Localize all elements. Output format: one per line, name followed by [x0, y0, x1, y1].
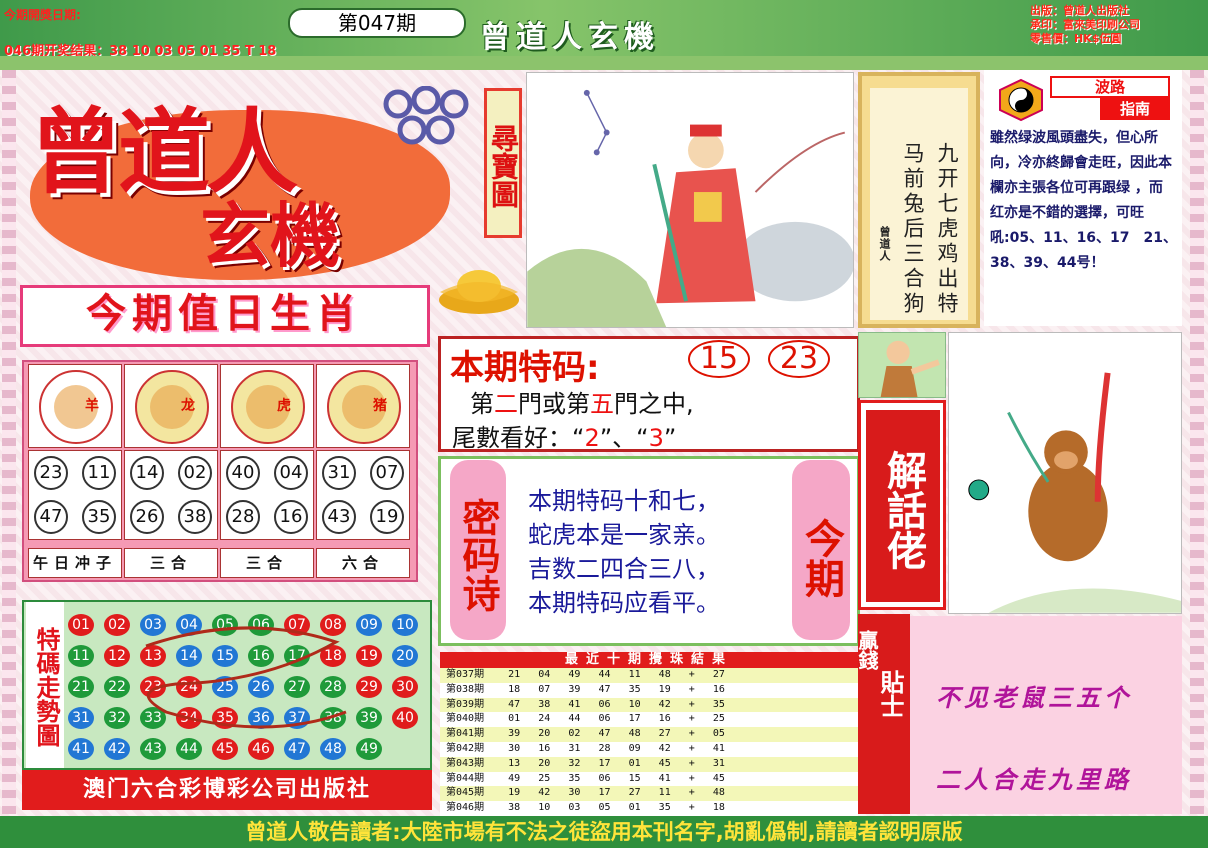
zodiac-number: 23 — [34, 456, 68, 490]
monkey-illustration — [948, 332, 1182, 614]
results-row: 第045期 19 42 30 17 27 11 + 48 — [440, 786, 858, 802]
doors-text: 第 — [470, 390, 494, 418]
zodiac-number: 43 — [322, 500, 356, 534]
zodiac-name: 虎 — [277, 398, 291, 414]
issue-number: 第047期 — [288, 8, 466, 38]
trend-label: 特碼走勢圖 — [26, 602, 64, 768]
tail-text: 尾數看好：“ — [452, 424, 585, 452]
price-line: 零售價：HK$伍圓 — [1030, 32, 1122, 45]
results-title: 最近十期攪珠結果 — [440, 652, 858, 668]
right-border-strip — [1190, 70, 1204, 814]
tips-label: 貼士 — [876, 670, 904, 718]
zodiac-name: 羊 — [85, 398, 99, 414]
special-number-2: 23 — [768, 340, 830, 378]
poem-line: 蛇虎本是一家亲。 — [528, 521, 720, 549]
zodiac-number: 19 — [370, 500, 404, 534]
wave-subtitle: 指南 — [1100, 98, 1170, 120]
special-tail-line: 尾數看好：“2”、“3” — [452, 418, 676, 453]
poem-line: 本期特码应看平。 — [528, 589, 720, 617]
treasure-map-label: 尋寶圖 — [484, 88, 522, 238]
results-row: 第038期 18 07 39 47 35 19 + 16 — [440, 682, 858, 698]
brand-title: 曾道人玄機 — [480, 20, 660, 55]
goat-icon: 羊 — [28, 364, 122, 448]
results-row: 第044期 49 25 35 06 15 41 + 45 — [440, 771, 858, 787]
zodiac-relation-label: 六合 — [316, 548, 410, 578]
left-border-strip — [2, 70, 16, 814]
zodiac-number: 02 — [178, 456, 212, 490]
special-code-title: 本期特码: — [450, 348, 600, 388]
zodiac-number: 14 — [130, 456, 164, 490]
doors-text: 門之中, — [614, 390, 694, 418]
trend-curve — [145, 626, 347, 729]
tail-text: ”、“ — [599, 424, 649, 452]
results-row: 第040期 01 24 44 06 17 16 + 25 — [440, 712, 858, 728]
win-money-label: 贏錢 — [855, 630, 879, 670]
pointing-man-icon — [858, 332, 946, 398]
publisher-line: 出版：曾道人出版社 — [1030, 4, 1129, 17]
sage-illustration — [526, 72, 854, 328]
results-row: 第046期 38 10 03 05 01 35 + 18 — [440, 801, 858, 816]
special-number-1: 15 — [688, 340, 750, 378]
door-b: 五 — [590, 390, 614, 418]
special-doors-line: 第二門或第五門之中, — [470, 384, 694, 419]
zodiac-number: 26 — [130, 500, 164, 534]
zodiac-name: 龙 — [181, 398, 195, 414]
secret-poem-label: 密码诗 — [450, 460, 506, 640]
printer-line: 承印：富來美印刷公司 — [1030, 18, 1140, 31]
open-date-label: 今期開獎日期: — [4, 8, 81, 22]
tail-a: 2 — [584, 424, 600, 452]
page: 今期開獎日期: 046期开奖结果：38 10 03 05 01 35 T 18 … — [0, 0, 1208, 848]
wave-title: 波路 — [1050, 76, 1170, 98]
zodiac-number: 04 — [274, 456, 308, 490]
rings-icon — [383, 86, 469, 145]
tiger-icon: 虎 — [220, 364, 314, 448]
zodiac-number: 16 — [274, 500, 308, 534]
results-row: 第042期 30 16 31 28 09 42 + 41 — [440, 742, 858, 757]
results-row: 第039期 47 38 41 06 10 42 + 35 — [440, 697, 858, 713]
zodiac-number: 07 — [370, 456, 404, 490]
zodiac-name: 猪 — [373, 398, 387, 414]
reader-warning: 曾道人敬告讀者:大陸市場有不法之徒盜用本刊名字,胡亂僞制,請讀者認明原版 — [0, 816, 1208, 848]
scroll-signature: 曾道人 — [878, 226, 891, 262]
tail-text: ” — [663, 424, 677, 452]
jie-hua-lao-label: 解話佬 — [866, 410, 940, 602]
tail-b: 3 — [648, 424, 664, 452]
zodiac-number: 38 — [178, 500, 212, 534]
publisher-bar: 澳门六合彩博彩公司出版社 — [22, 770, 432, 810]
door-a: 二 — [494, 390, 518, 418]
results-row: 第037期 21 04 49 44 11 48 + 27 — [440, 668, 858, 683]
zodiac-number: 28 — [226, 500, 260, 534]
yinyang-icon — [999, 78, 1043, 122]
dragon-icon: 龙 — [124, 364, 218, 448]
zodiac-number: 47 — [34, 500, 68, 534]
zodiac-number: 35 — [82, 500, 116, 534]
scroll-poem-col1: 九开七虎鸡出特 — [935, 142, 959, 317]
zodiac-number: 40 — [226, 456, 260, 490]
zodiac-number: 31 — [322, 456, 356, 490]
zodiac-heading: 今期值日生肖 — [86, 291, 362, 337]
frame-top — [0, 56, 1208, 70]
zodiac-number: 11 — [82, 456, 116, 490]
scroll-poem-col2: 马前兔后三合狗 — [901, 142, 925, 317]
secret-poem-text: 本期特码十和七， 蛇虎本是一家亲。 吉数二四合三八， 本期特码应看平。 — [528, 484, 788, 620]
doors-text: 門或第 — [518, 390, 590, 418]
tip-line2: 二人合走九里路 — [936, 766, 1132, 794]
gold-ingot-icon — [439, 270, 519, 314]
wave-text: 雖然绿波風頭盡失，但心所向，冷亦終歸會走旺，因此本欄亦主張各位可再跟绿 ，而 红… — [990, 130, 1178, 271]
tip-line1: 不见老鼠三五个 — [936, 684, 1132, 712]
results-row: 第041期 39 20 02 47 48 27 + 05 — [440, 727, 858, 742]
logo-line2: 玄機 — [200, 194, 340, 277]
zodiac-relation-label: 三合 — [220, 548, 314, 578]
poem-line: 吉数二四合三八， — [528, 555, 720, 583]
publisher-info: 出版：曾道人出版社 承印：富來美印刷公司 零售價：HK$伍圓 — [1030, 4, 1202, 46]
zodiac-relation-label: 午日冲子 — [28, 548, 122, 578]
this-issue-label: 今期 — [792, 460, 850, 640]
pig-icon: 猪 — [316, 364, 410, 448]
zodiac-relation-label: 三合 — [124, 548, 218, 578]
results-row: 第043期 13 20 32 17 01 45 + 31 — [440, 756, 858, 772]
poem-line: 本期特码十和七， — [528, 487, 720, 515]
